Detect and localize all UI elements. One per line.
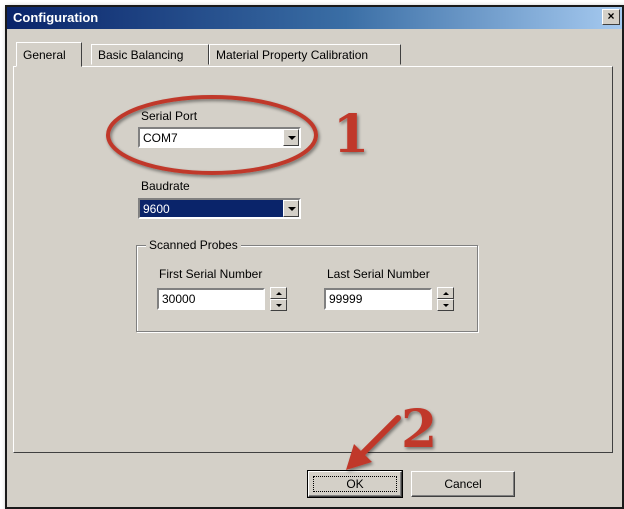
- title-bar[interactable]: Configuration ×: [7, 7, 622, 29]
- close-icon[interactable]: ×: [602, 9, 620, 25]
- chevron-down-icon[interactable]: [283, 129, 299, 146]
- cancel-button-label: Cancel: [444, 477, 482, 491]
- tab-material-property-calibration[interactable]: Material Property Calibration: [209, 44, 401, 65]
- last-serial-input[interactable]: 99999: [324, 288, 432, 310]
- focus-ring: [313, 476, 397, 492]
- baudrate-select[interactable]: 9600: [138, 198, 301, 219]
- serial-port-select[interactable]: COM7: [138, 127, 301, 148]
- spin-up-icon[interactable]: [270, 287, 287, 299]
- first-serial-spinner[interactable]: [270, 287, 287, 311]
- spin-down-icon[interactable]: [437, 299, 454, 311]
- spin-up-icon[interactable]: [437, 287, 454, 299]
- cancel-button[interactable]: Cancel: [411, 471, 515, 497]
- serial-port-value: COM7: [143, 131, 178, 145]
- serial-port-label: Serial Port: [141, 109, 198, 123]
- last-serial-label: Last Serial Number: [327, 267, 430, 281]
- window-title: Configuration: [13, 10, 99, 25]
- chevron-down-icon[interactable]: [283, 200, 299, 217]
- tab-general[interactable]: General: [16, 42, 82, 67]
- baudrate-value: 9600: [141, 202, 172, 216]
- first-serial-input[interactable]: 30000: [157, 288, 265, 310]
- first-serial-label: First Serial Number: [159, 267, 263, 281]
- scanned-probes-legend: Scanned Probes: [146, 238, 241, 252]
- ok-button[interactable]: OK: [307, 470, 403, 498]
- baudrate-label: Baudrate: [141, 179, 190, 193]
- last-serial-spinner[interactable]: [437, 287, 454, 311]
- tab-basic-balancing[interactable]: Basic Balancing: [91, 44, 209, 65]
- spin-down-icon[interactable]: [270, 299, 287, 311]
